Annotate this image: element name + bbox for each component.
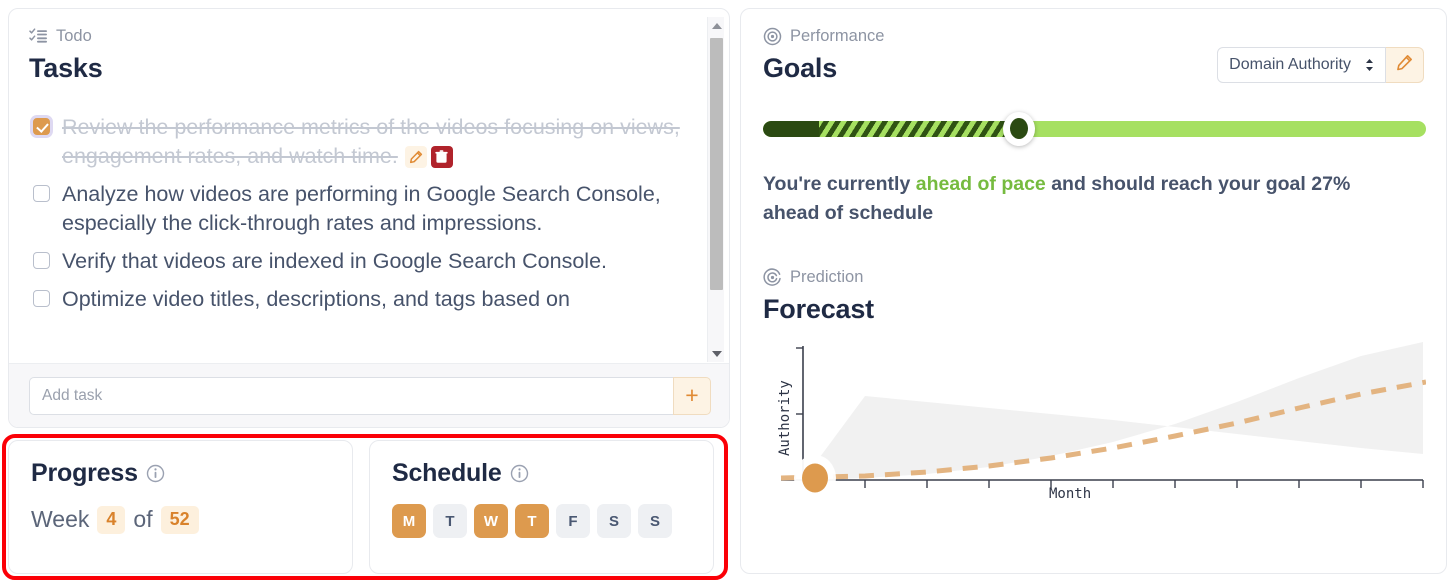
tasks-title: Tasks <box>29 53 103 83</box>
current-week-badge: 4 <box>97 506 126 534</box>
metric-select-value: Domain Authority <box>1229 56 1351 73</box>
chart-x-ticks <box>864 480 1424 489</box>
target-icon <box>763 27 782 46</box>
metric-select[interactable]: Domain Authority <box>1217 47 1386 83</box>
goal-progress-handle[interactable] <box>1003 111 1035 146</box>
progress-card: Progress Week 4 of 52 <box>8 440 353 574</box>
goals-heading-group: Performance Goals <box>763 27 884 84</box>
prediction-icon <box>763 268 782 287</box>
chart-current-marker <box>794 455 836 502</box>
confidence-band <box>803 342 1423 481</box>
goals-eyebrow-label: Performance <box>790 27 885 45</box>
progress-card-title: Progress <box>31 459 330 488</box>
goals-eyebrow: Performance <box>763 27 884 46</box>
info-icon[interactable] <box>510 464 529 483</box>
task-row[interactable]: Optimize video titles, descriptions, and… <box>33 285 695 314</box>
forecast-eyebrow: Prediction <box>763 268 1424 287</box>
checklist-icon <box>29 27 48 46</box>
forecast-eyebrow-label: Prediction <box>790 267 864 286</box>
week-label: Week <box>31 506 90 533</box>
forecast-chart-svg <box>780 342 1427 502</box>
scrollbar-thumb[interactable] <box>710 38 723 290</box>
of-label: of <box>133 506 153 533</box>
dashboard-page: Todo Tasks Review the performance metric… <box>0 0 1455 582</box>
forecast-chart: Authority Month <box>763 338 1427 513</box>
add-task-row: + <box>9 363 729 427</box>
progress-week-line: Week 4 of 52 <box>31 506 330 534</box>
info-icon[interactable] <box>146 464 165 483</box>
task-label: Analyze how videos are performing in Goo… <box>62 182 661 235</box>
tasks-eyebrow: Todo <box>29 27 709 46</box>
tasks-card: Todo Tasks Review the performance metric… <box>8 8 730 428</box>
chart-x-axis-label: Month <box>1049 486 1092 503</box>
status-highlight: ahead of pace <box>915 172 1046 195</box>
goals-title: Goals <box>763 53 838 83</box>
task-checkbox[interactable] <box>33 118 50 135</box>
forecast-title: Forecast <box>763 293 874 324</box>
goal-progress-slider[interactable] <box>763 111 1426 146</box>
goal-progress-track <box>763 120 1426 137</box>
weekday-toggle-thu[interactable]: T <box>515 504 549 538</box>
scroll-down-arrow-icon[interactable] <box>708 345 725 362</box>
chevron-updown-icon <box>1365 58 1374 72</box>
delete-task-icon[interactable] <box>430 146 453 169</box>
edit-goal-button[interactable] <box>1386 47 1424 83</box>
status-middle: and should reach your goal <box>1045 172 1312 195</box>
task-list: Review the performance metrics of the vi… <box>9 107 729 314</box>
weekday-toggle-fri[interactable]: F <box>556 504 590 538</box>
pencil-icon <box>1396 54 1413 76</box>
schedule-card-title: Schedule <box>392 459 691 488</box>
forecast-header: Prediction Forecast <box>763 268 1424 325</box>
weekday-toggle-mon[interactable]: M <box>392 504 426 538</box>
task-action-group <box>404 146 453 169</box>
task-list-scrollbar[interactable] <box>707 17 724 362</box>
task-label: Review the performance metrics of the vi… <box>62 115 680 169</box>
goal-status-text: You're currently ahead of pace and shoul… <box>763 170 1393 228</box>
status-suffix: ahead of schedule <box>763 201 934 224</box>
task-list-scroll-region: Review the performance metrics of the vi… <box>9 107 729 364</box>
goals-header: Performance Goals Domain Authority <box>763 27 1424 84</box>
task-row[interactable]: Review the performance metrics of the vi… <box>33 113 695 171</box>
status-percent: 27% <box>1311 172 1351 195</box>
task-checkbox[interactable] <box>33 252 50 269</box>
goal-progress-elapsed <box>763 120 820 137</box>
add-task-button[interactable]: + <box>673 376 711 415</box>
left-column: Todo Tasks Review the performance metric… <box>2 8 730 580</box>
metric-selector-group: Domain Authority <box>1217 47 1424 83</box>
task-row[interactable]: Verify that videos are indexed in Google… <box>33 247 695 276</box>
weekday-toggle-sat[interactable]: S <box>597 504 631 538</box>
weekday-toggle-sun[interactable]: S <box>638 504 672 538</box>
weekday-toggle-wed[interactable]: W <box>474 504 508 538</box>
goals-forecast-card: Performance Goals Domain Authority You'r… <box>740 8 1447 574</box>
task-label: Optimize video titles, descriptions, and… <box>62 287 570 311</box>
status-prefix: You're currently <box>763 172 916 195</box>
tasks-eyebrow-label: Todo <box>56 27 92 45</box>
chart-y-axis-label: Authority <box>777 380 793 457</box>
task-checkbox[interactable] <box>33 290 50 307</box>
tasks-header: Todo Tasks <box>9 9 729 84</box>
task-checkbox[interactable] <box>33 185 50 202</box>
goal-progress-striped <box>819 120 1009 137</box>
task-row[interactable]: Analyze how videos are performing in Goo… <box>33 180 695 238</box>
scroll-up-arrow-icon[interactable] <box>708 17 725 34</box>
schedule-card: Schedule M T W T F S S <box>369 440 714 574</box>
add-task-input[interactable] <box>29 376 673 415</box>
task-label: Verify that videos are indexed in Google… <box>62 249 607 273</box>
total-weeks-badge: 52 <box>160 506 199 534</box>
weekday-toggle-tue[interactable]: T <box>433 504 467 538</box>
weekday-selector: M T W T F S S <box>392 504 691 538</box>
edit-task-icon[interactable] <box>404 146 427 169</box>
summary-cards: Progress Week 4 of 52 Schedule M T W T F… <box>8 440 714 574</box>
